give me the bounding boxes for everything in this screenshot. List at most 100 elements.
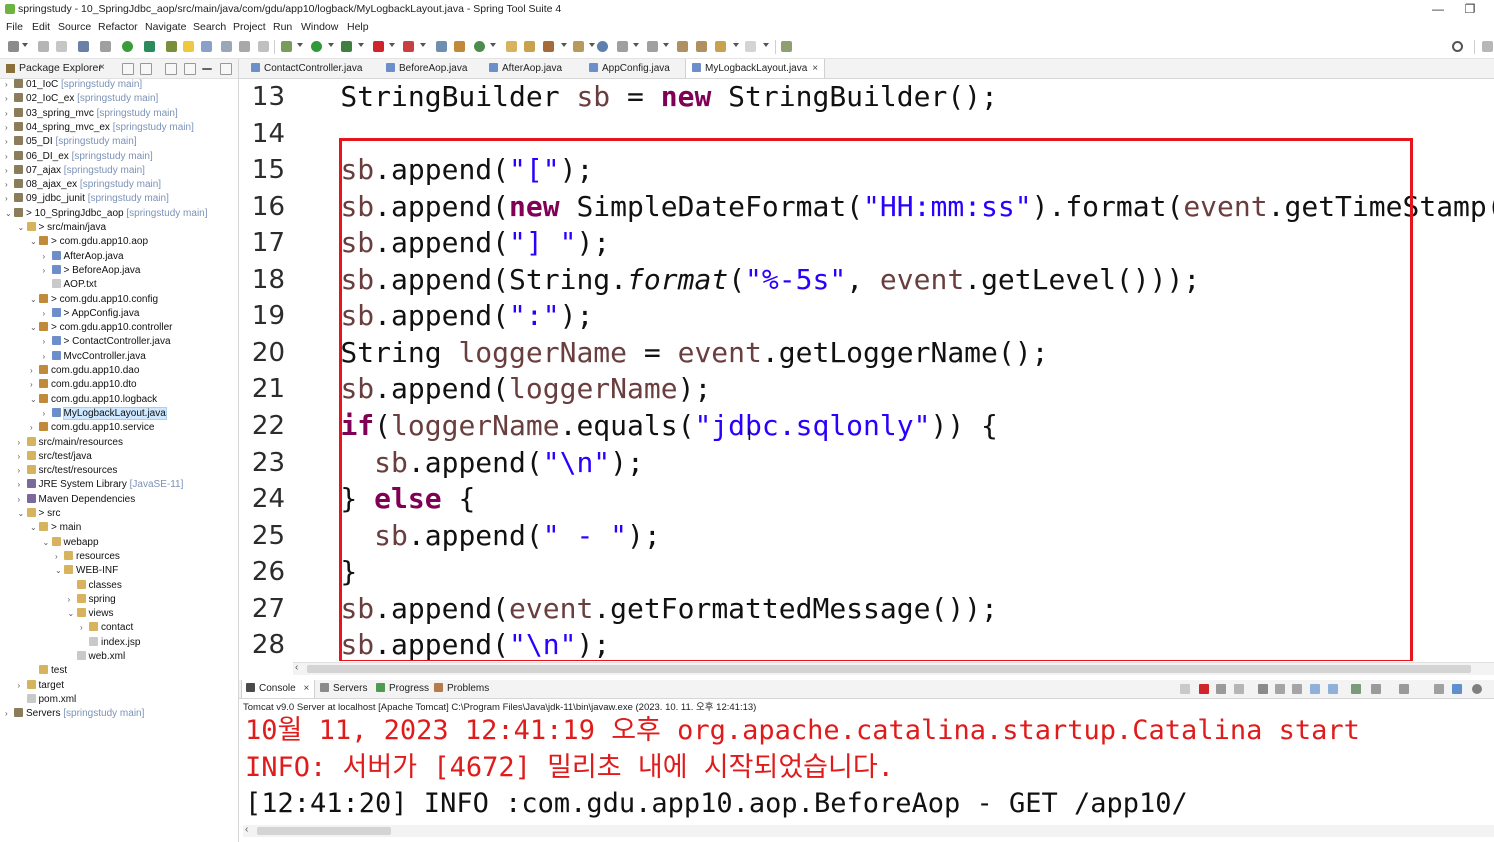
tree-item[interactable]: ⌄ > com.gdu.app10.config [30, 293, 158, 307]
chevron-down-icon[interactable]: ⌄ [55, 564, 64, 578]
new-java-package-icon[interactable] [454, 41, 465, 52]
tree-item[interactable]: › resources [55, 550, 120, 564]
relaunch-dropdown-icon[interactable] [420, 43, 426, 47]
tree-item[interactable]: › src/test/resources [18, 464, 117, 478]
forward-dropdown-icon[interactable] [763, 43, 769, 47]
tree-item[interactable]: index.jsp [80, 636, 140, 650]
back-dropdown-icon[interactable] [733, 43, 739, 47]
chevron-right-icon[interactable]: › [30, 378, 39, 392]
tree-item[interactable]: › 06_DI_ex [springstudy main] [5, 150, 153, 164]
last-edit-location-icon[interactable] [677, 41, 688, 52]
show-on-stderr-icon[interactable] [1328, 684, 1338, 694]
terminate-icon[interactable] [1199, 684, 1209, 694]
globe-icon[interactable] [597, 41, 608, 52]
tree-item[interactable]: ⌄ > 10_SpringJdbc_aop [springstudy main] [5, 207, 208, 221]
code-line[interactable]: 16 sb.append(new SimpleDateFormat("HH:mm… [239, 189, 1494, 225]
console-horizontal-scrollbar[interactable]: ‹ [243, 824, 1494, 837]
code-line[interactable]: 28 sb.append("\n"); [239, 627, 1494, 661]
tree-item[interactable]: ⌄ webapp [43, 536, 99, 550]
new-icon[interactable] [8, 41, 19, 52]
next-annotation-icon[interactable] [617, 41, 628, 52]
console-settings-icon[interactable] [1452, 684, 1462, 694]
chevron-right-icon[interactable]: › [5, 135, 14, 149]
open-perspective-toolbar-icon[interactable] [1482, 41, 1493, 52]
remove-all-terminated-icon[interactable] [1234, 684, 1244, 694]
tree-item[interactable]: ⌄ > src/main/java [18, 221, 106, 235]
show-whitespace-icon[interactable] [258, 41, 269, 52]
code-line[interactable]: 13 StringBuilder sb = new StringBuilder(… [239, 79, 1494, 115]
tree-item[interactable]: classes [68, 579, 122, 593]
tree-item[interactable]: › 09_jdbc_junit [springstudy main] [5, 192, 169, 206]
tree-item[interactable]: › src/test/java [18, 450, 92, 464]
minimize-button[interactable]: — [1424, 1, 1452, 17]
close-icon[interactable]: × [99, 62, 105, 73]
editor-tab[interactable]: BeforeAop.java [382, 59, 471, 78]
code-line[interactable]: 19 sb.append(":"); [239, 298, 1494, 334]
tree-item[interactable]: › src/main/resources [18, 436, 123, 450]
search-tool-icon[interactable] [201, 41, 212, 52]
chevron-right-icon[interactable]: › [5, 107, 14, 121]
skip-breakpoints-icon[interactable] [100, 41, 111, 52]
code-line[interactable]: 14 [239, 116, 1494, 152]
word-wrap-icon[interactable] [1292, 684, 1302, 694]
chevron-right-icon[interactable]: › [43, 407, 52, 421]
new-class-dropdown-icon[interactable] [490, 43, 496, 47]
run-external-tools-icon[interactable] [341, 41, 352, 52]
code-line[interactable]: 27 sb.append(event.getFormattedMessage()… [239, 591, 1494, 627]
chevron-right-icon[interactable]: › [18, 493, 27, 507]
show-on-stdout-icon[interactable] [1310, 684, 1320, 694]
menu-run[interactable]: Run [273, 21, 292, 33]
stop-icon[interactable] [373, 41, 384, 52]
new-dropdown-icon[interactable] [22, 43, 28, 47]
close-icon[interactable]: × [812, 63, 818, 74]
tree-item[interactable]: ⌄ > com.gdu.app10.aop [30, 235, 148, 249]
tree-item[interactable]: › 04_spring_mvc_ex [springstudy main] [5, 121, 194, 135]
code-line[interactable]: 26 } [239, 554, 1494, 590]
toggle-word-wrap-icon[interactable] [239, 41, 250, 52]
scrollbar-thumb[interactable] [307, 665, 1471, 673]
chevron-down-icon[interactable]: ⌄ [30, 521, 39, 535]
chevron-right-icon[interactable]: › [18, 464, 27, 478]
tree-item[interactable]: › 03_spring_mvc [springstudy main] [5, 107, 178, 121]
chevron-right-icon[interactable]: › [5, 150, 14, 164]
chevron-right-icon[interactable]: › [43, 335, 52, 349]
chevron-right-icon[interactable]: › [5, 92, 14, 106]
search-icon[interactable] [1452, 41, 1463, 52]
relaunch-icon[interactable] [403, 41, 414, 52]
chevron-down-icon[interactable]: ⌄ [18, 221, 27, 235]
editor-tab[interactable]: AppConfig.java [585, 59, 674, 78]
chevron-right-icon[interactable]: › [80, 621, 89, 635]
open-console-icon[interactable] [1399, 684, 1409, 694]
tree-item[interactable]: ⌄ > src [18, 507, 60, 521]
back-history-icon[interactable] [696, 41, 707, 52]
code-line[interactable]: 24 } else { [239, 481, 1494, 517]
open-folder-icon[interactable] [506, 41, 517, 52]
code-line[interactable]: 15 sb.append("["); [239, 152, 1494, 188]
tree-item[interactable]: › contact [80, 621, 133, 635]
chevron-right-icon[interactable]: › [68, 593, 77, 607]
debug-dropdown-icon[interactable] [297, 43, 303, 47]
gear-icon[interactable] [1472, 684, 1482, 694]
stop-dropdown-icon[interactable] [389, 43, 395, 47]
chevron-right-icon[interactable]: › [18, 436, 27, 450]
annotation-dropdown-icon[interactable] [561, 43, 567, 47]
tree-item[interactable]: › JRE System Library [JavaSE-11] [18, 478, 183, 492]
restore-button[interactable]: ❐ [1456, 1, 1484, 17]
link-with-editor-icon[interactable] [140, 63, 152, 75]
tab-servers[interactable]: Servers [320, 680, 367, 698]
chevron-down-icon[interactable]: ⌄ [68, 607, 77, 621]
tree-item[interactable]: › com.gdu.app10.service [30, 421, 154, 435]
open-type-icon[interactable] [166, 41, 177, 52]
chevron-right-icon[interactable]: › [30, 421, 39, 435]
new-java-class-icon[interactable] [474, 41, 485, 52]
debug-icon[interactable] [281, 41, 292, 52]
chevron-down-icon[interactable]: ⌄ [43, 536, 52, 550]
chevron-right-icon[interactable]: › [5, 192, 14, 206]
remove-launch-icon[interactable] [1216, 684, 1226, 694]
pin-editor-icon[interactable] [781, 41, 792, 52]
tree-item[interactable]: › spring [68, 593, 116, 607]
editor-tab[interactable]: MyLogbackLayout.java × [685, 59, 826, 78]
code-line[interactable]: 25 sb.append(" - "); [239, 518, 1494, 554]
tree-item[interactable]: › 08_ajax_ex [springstudy main] [5, 178, 161, 192]
new-java-project-icon[interactable] [436, 41, 447, 52]
